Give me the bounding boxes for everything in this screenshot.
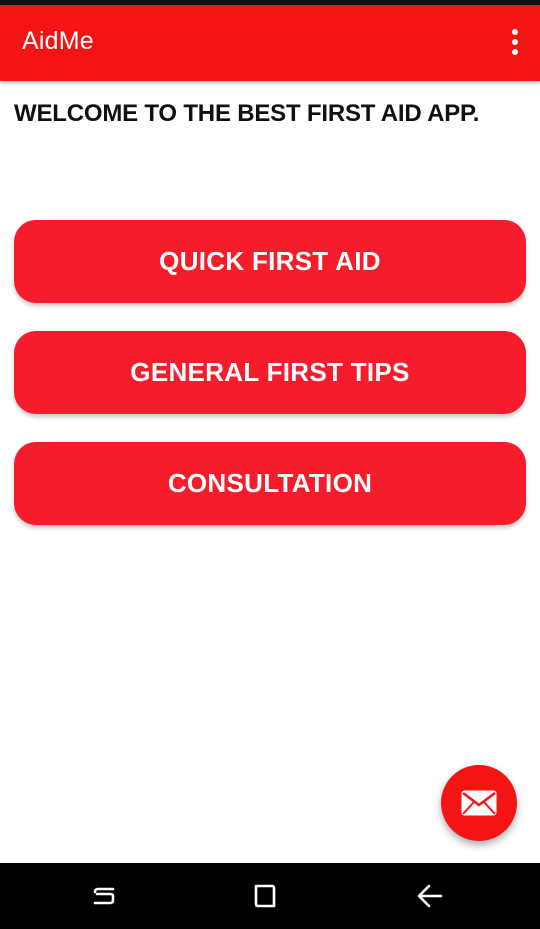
screen: AidMe WELCOME TO THE BEST FIRST AID APP.…	[0, 0, 540, 929]
app-bar: AidMe	[0, 5, 540, 81]
back-icon[interactable]	[413, 879, 447, 913]
menu-dot	[512, 39, 518, 45]
email-icon	[461, 790, 497, 816]
quick-first-aid-button[interactable]: QUICK FIRST AID	[14, 220, 526, 303]
general-first-tips-button[interactable]: GENERAL FIRST TIPS	[14, 331, 526, 414]
welcome-heading: WELCOME TO THE BEST FIRST AID APP.	[14, 100, 480, 127]
system-nav-bar	[0, 863, 540, 929]
menu-dot	[512, 49, 518, 55]
consultation-button[interactable]: CONSULTATION	[14, 442, 526, 525]
app-title: AidMe	[22, 27, 94, 55]
recents-icon[interactable]	[87, 879, 121, 913]
overflow-menu-icon[interactable]	[504, 27, 526, 57]
email-fab-button[interactable]	[441, 765, 517, 841]
home-icon[interactable]	[247, 879, 281, 913]
menu-dot	[512, 29, 518, 35]
